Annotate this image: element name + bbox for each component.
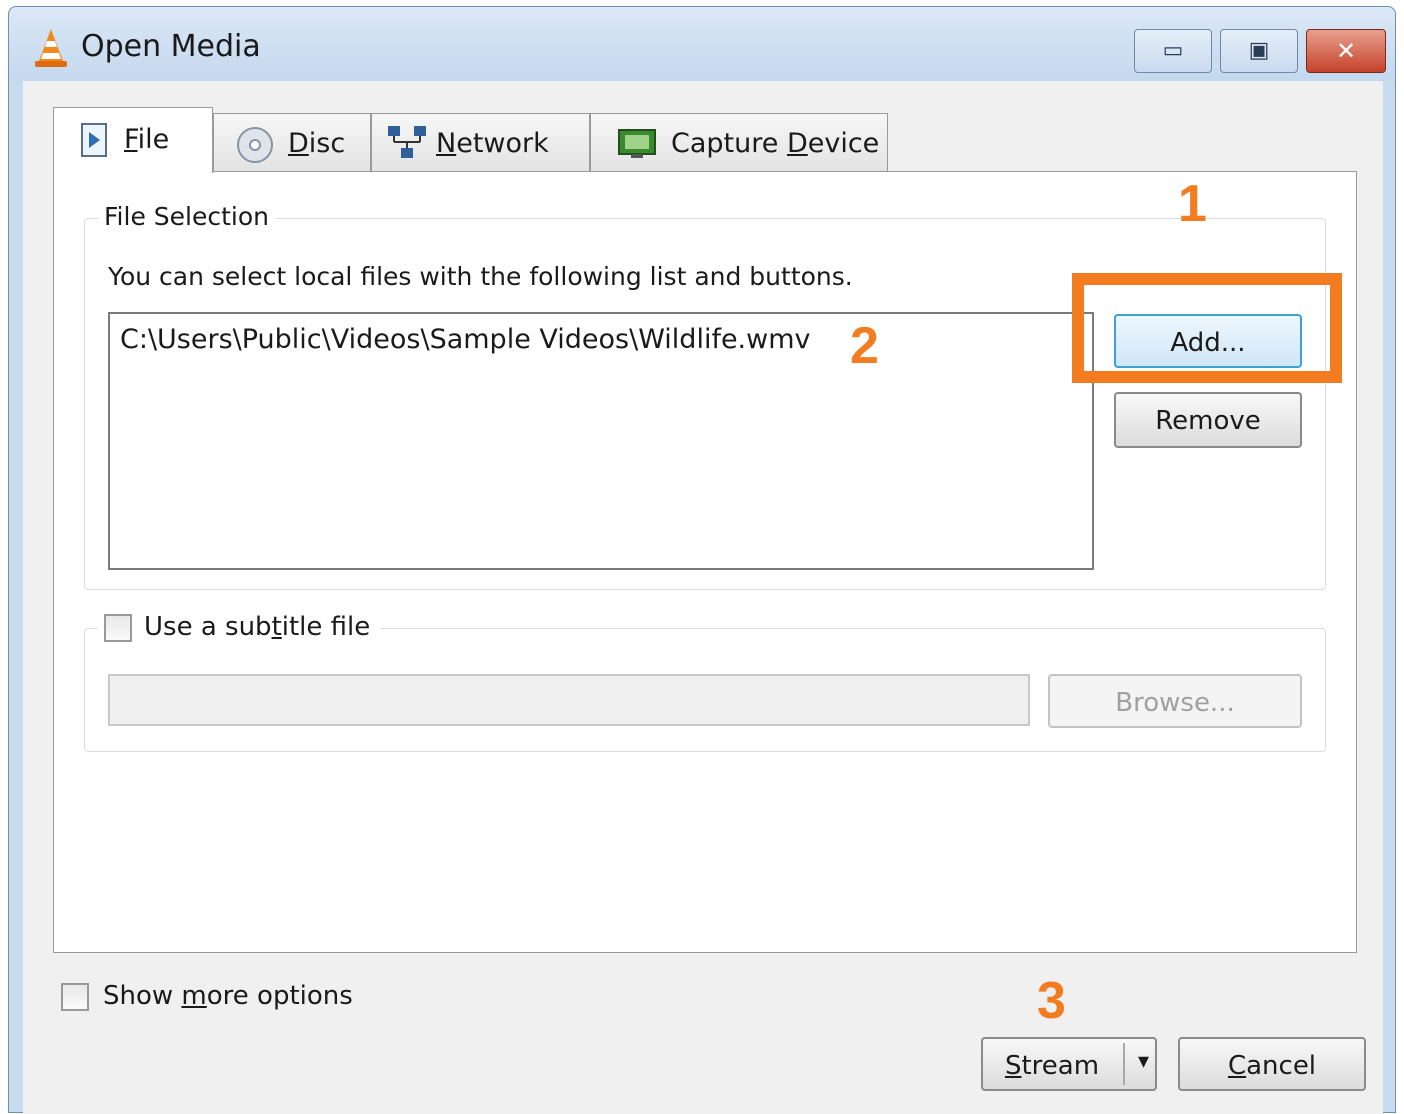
tab-capture-device[interactable]: Capture Device	[590, 113, 888, 171]
close-icon: ✕	[1335, 37, 1357, 65]
tab-network[interactable]: Network	[371, 113, 590, 171]
browse-button[interactable]: Browse...	[1048, 674, 1302, 728]
show-more-options-label: Show more options	[103, 981, 353, 1011]
tab-capture-device-label: Capture Device	[671, 128, 880, 159]
annotation-step-2: 2	[850, 317, 879, 375]
capture-device-icon	[618, 129, 656, 158]
add-button-highlight	[1072, 273, 1342, 383]
tab-file[interactable]: File	[53, 107, 213, 173]
subtitle-checkbox-label: Use a subtitle file	[144, 612, 371, 642]
file-icon	[81, 123, 107, 157]
annotation-step-1: 1	[1178, 175, 1207, 233]
file-selection-hint: You can select local files with the foll…	[108, 262, 853, 291]
show-more-options-checkbox[interactable]	[61, 983, 89, 1011]
tab-disc-label: Disc	[288, 128, 346, 159]
close-button[interactable]: ✕	[1306, 29, 1386, 73]
stream-split-divider	[1123, 1043, 1125, 1085]
tab-file-label: File	[124, 124, 170, 155]
minimize-icon: ▭	[1162, 38, 1184, 63]
annotation-step-3: 3	[1037, 972, 1066, 1030]
open-media-window: Open Media ▭ ▣ ✕ File Disc Network Captu…	[8, 6, 1396, 1114]
vlc-cone-icon	[35, 29, 67, 67]
subtitle-path-input[interactable]	[108, 674, 1030, 726]
stream-button-label: Stream	[1004, 1051, 1100, 1081]
remove-button[interactable]: Remove	[1114, 392, 1302, 448]
subtitle-checkbox[interactable]	[104, 614, 132, 642]
dialog-client-area: File Disc Network Capture Device File Se…	[23, 81, 1383, 1114]
remove-button-label: Remove	[1155, 406, 1261, 436]
tab-disc[interactable]: Disc	[213, 113, 371, 171]
file-list[interactable]: C:\Users\Public\Videos\Sample Videos\Wil…	[108, 312, 1094, 570]
maximize-button[interactable]: ▣	[1220, 29, 1298, 73]
title-bar[interactable]: Open Media ▭ ▣ ✕	[9, 7, 1395, 81]
chevron-down-icon[interactable]: ▾	[1138, 1049, 1149, 1074]
disc-icon	[237, 127, 273, 163]
window-title: Open Media	[81, 29, 261, 64]
cancel-button-label: Cancel	[1227, 1051, 1317, 1081]
file-selection-legend: File Selection	[98, 202, 275, 231]
browse-button-label: Browse...	[1115, 688, 1235, 718]
cancel-button[interactable]: Cancel	[1178, 1037, 1366, 1091]
tab-network-label: Network	[436, 128, 549, 159]
network-icon	[388, 126, 426, 158]
list-item[interactable]: C:\Users\Public\Videos\Sample Videos\Wil…	[120, 324, 811, 355]
stream-button[interactable]: Stream ▾	[981, 1037, 1157, 1091]
minimize-button[interactable]: ▭	[1134, 29, 1212, 73]
maximize-icon: ▣	[1248, 38, 1270, 63]
